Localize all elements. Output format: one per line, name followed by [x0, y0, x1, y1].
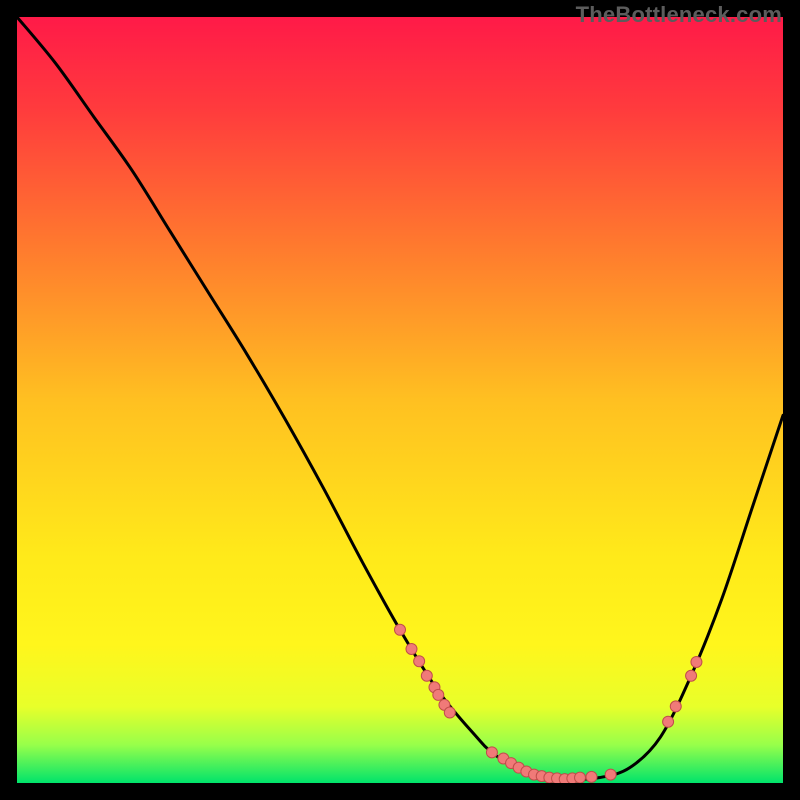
marker-point — [691, 656, 702, 667]
curve-markers — [395, 624, 702, 783]
marker-point — [686, 670, 697, 681]
curve-line — [17, 17, 783, 779]
plot-area — [17, 17, 783, 783]
marker-point — [444, 707, 455, 718]
marker-point — [586, 771, 597, 782]
marker-point — [575, 772, 586, 783]
marker-point — [421, 670, 432, 681]
marker-point — [433, 689, 444, 700]
marker-point — [486, 747, 497, 758]
marker-point — [414, 656, 425, 667]
marker-point — [406, 643, 417, 654]
marker-point — [663, 716, 674, 727]
bottleneck-curve — [17, 17, 783, 783]
chart-container: TheBottleneck.com — [0, 0, 800, 800]
marker-point — [395, 624, 406, 635]
marker-point — [605, 769, 616, 780]
watermark: TheBottleneck.com — [576, 2, 782, 28]
marker-point — [670, 701, 681, 712]
